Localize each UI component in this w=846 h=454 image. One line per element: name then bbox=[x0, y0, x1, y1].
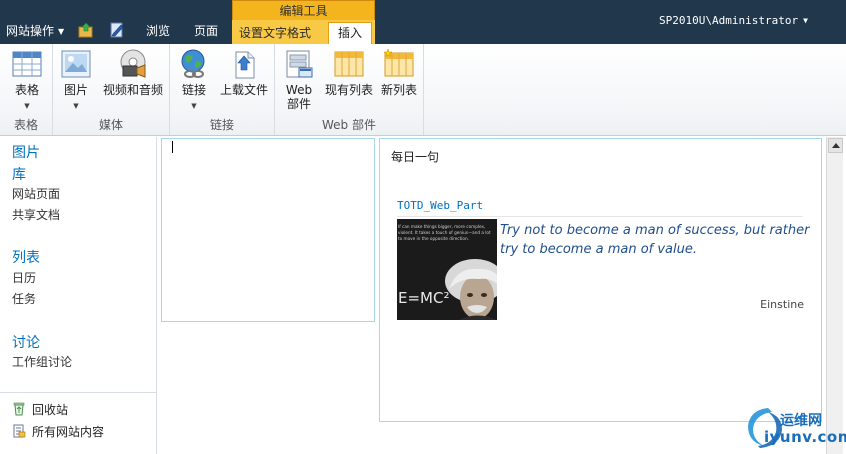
dropdown-arrow-icon: ▼ bbox=[73, 102, 79, 110]
link-button[interactable]: 链接 ▼ bbox=[176, 48, 212, 113]
picture-button-label: 图片 bbox=[63, 83, 88, 97]
folder-up-icon bbox=[78, 22, 93, 38]
rich-text-editor-zone[interactable] bbox=[161, 138, 375, 322]
tab-browse[interactable]: 浏览 bbox=[146, 23, 170, 39]
dropdown-arrow-icon: ▼ bbox=[24, 102, 30, 110]
site-actions-label: 网站操作 bbox=[6, 24, 55, 38]
upload-file-icon bbox=[235, 51, 255, 79]
photo-text-line-3: to move in the opposite direction. bbox=[398, 236, 469, 241]
user-menu[interactable]: SP2010U\Administrator ▼ bbox=[659, 14, 808, 27]
picture-icon bbox=[61, 50, 91, 78]
ribbon-group-tables: 表格 ▼ 表格 bbox=[0, 44, 53, 135]
all-site-content-link[interactable]: 所有网站内容 bbox=[12, 423, 104, 440]
text-caret bbox=[172, 141, 173, 153]
quick-launch-divider bbox=[0, 392, 157, 393]
existing-list-icon bbox=[334, 51, 364, 77]
scroll-up-button[interactable] bbox=[828, 138, 843, 153]
arrow-up-icon bbox=[832, 143, 840, 148]
web-part-zone: 每日一句 TOTD_Web_Part If can make things bi… bbox=[379, 138, 822, 422]
totd-web-part-title: TOTD_Web_Part bbox=[397, 199, 484, 212]
link-button-label: 链接 bbox=[181, 83, 206, 97]
recycle-bin-label: 回收站 bbox=[32, 403, 69, 417]
recycle-bin-icon bbox=[13, 402, 25, 416]
picture-button[interactable]: 图片 ▼ bbox=[59, 48, 93, 113]
photo-formula: E=MC² bbox=[398, 289, 449, 307]
sharepoint-page: 网站操作 ▼ 浏览 页面 SP2010U\Administrator ▼ 编辑工具 … bbox=[0, 0, 846, 454]
chevron-down-icon: ▼ bbox=[803, 16, 808, 25]
ql-heading-pictures[interactable]: 图片 bbox=[12, 142, 40, 162]
group-label-web-parts: Web 部件 bbox=[322, 118, 376, 132]
ribbon: 表格 ▼ 表格 图片 ▼ 视频和音频 媒体 链接 ▼ 上载文件 链接 Web 部… bbox=[0, 44, 846, 136]
photo-text-line-1: If can make things bigger, more complex, bbox=[398, 224, 485, 229]
ribbon-group-media: 图片 ▼ 视频和音频 媒体 bbox=[53, 44, 170, 135]
tab-insert[interactable]: 插入 bbox=[328, 22, 372, 44]
all-site-content-label: 所有网站内容 bbox=[32, 425, 105, 439]
site-actions-menu[interactable]: 网站操作 ▼ bbox=[6, 23, 64, 40]
ql-item-site-pages[interactable]: 网站页面 bbox=[12, 185, 60, 202]
upload-file-button[interactable]: 上载文件 bbox=[218, 48, 270, 97]
edit-page-icon bbox=[110, 22, 124, 38]
new-list-icon bbox=[383, 48, 414, 77]
ql-heading-libraries[interactable]: 库 bbox=[12, 164, 26, 184]
editing-tools-group-label: 编辑工具 bbox=[232, 0, 375, 20]
tab-page[interactable]: 页面 bbox=[194, 23, 218, 39]
site-content-icon bbox=[13, 424, 26, 438]
watermark-domain: iyunv.com bbox=[764, 428, 846, 446]
web-part-button-label-line1: Web bbox=[285, 83, 313, 97]
ql-item-team-discussion[interactable]: 工作组讨论 bbox=[12, 353, 72, 370]
table-icon bbox=[12, 51, 42, 77]
quote-text: Try not to become a man of success, but … bbox=[500, 223, 810, 257]
ribbon-group-links: 链接 ▼ 上载文件 链接 bbox=[170, 44, 275, 135]
table-button-label: 表格 bbox=[14, 83, 39, 97]
quick-launch: 图片 库 网站页面 共享文档 列表 日历 任务 讨论 工作组讨论 回收站 所有网… bbox=[0, 137, 157, 454]
tab-format-text[interactable]: 设置文字格式 bbox=[235, 22, 315, 44]
ql-item-shared-docs[interactable]: 共享文档 bbox=[12, 206, 60, 223]
edit-page-button[interactable] bbox=[109, 22, 125, 38]
existing-list-button-label: 现有列表 bbox=[324, 83, 373, 97]
group-label-tables: 表格 bbox=[13, 118, 38, 132]
new-list-button-label: 新列表 bbox=[380, 83, 417, 97]
web-part-title[interactable]: 每日一句 bbox=[391, 148, 439, 165]
web-part-button[interactable]: Web 部件 bbox=[281, 48, 317, 111]
link-globe-icon bbox=[181, 49, 205, 78]
site-watermark: 运维网 iyunv.com bbox=[738, 402, 846, 452]
ql-item-calendar[interactable]: 日历 bbox=[12, 269, 36, 286]
watermark-cn: 运维网 bbox=[780, 413, 822, 429]
chevron-down-icon: ▼ bbox=[58, 27, 65, 36]
video-audio-button[interactable]: 视频和音频 bbox=[101, 48, 165, 97]
photo-text-line-2: violent. It takes a touch of genius—and … bbox=[398, 230, 491, 235]
einstein-photo: If can make things bigger, more complex,… bbox=[397, 219, 497, 320]
user-name: SP2010U\Administrator bbox=[659, 14, 799, 27]
web-part-button-label-line2: 部件 bbox=[286, 97, 311, 111]
video-audio-button-label: 视频和音频 bbox=[102, 83, 163, 97]
quote-author: Einstine bbox=[760, 298, 804, 311]
top-bar: 网站操作 ▼ 浏览 页面 SP2010U\Administrator ▼ bbox=[0, 0, 846, 44]
upload-file-button-label: 上载文件 bbox=[219, 83, 268, 97]
table-button[interactable]: 表格 ▼ bbox=[8, 48, 46, 113]
title-divider bbox=[397, 216, 803, 217]
existing-list-button[interactable]: 现有列表 bbox=[323, 48, 375, 97]
einstein-portrait-image: If can make things bigger, more complex,… bbox=[397, 219, 497, 320]
dropdown-arrow-icon: ▼ bbox=[191, 102, 197, 110]
ql-item-tasks[interactable]: 任务 bbox=[12, 290, 36, 307]
new-list-button[interactable]: 新列表 bbox=[378, 48, 420, 97]
group-label-media: 媒体 bbox=[98, 118, 123, 132]
ql-heading-lists[interactable]: 列表 bbox=[12, 247, 40, 267]
ribbon-group-web-parts: Web 部件 现有列表 新列表 Web 部件 bbox=[275, 44, 424, 135]
navigate-up-button[interactable] bbox=[78, 22, 94, 38]
recycle-bin-link[interactable]: 回收站 bbox=[12, 401, 68, 418]
ql-heading-discussions[interactable]: 讨论 bbox=[12, 332, 40, 352]
video-audio-icon bbox=[120, 49, 146, 78]
web-part-icon bbox=[286, 50, 313, 78]
group-label-links: 链接 bbox=[209, 118, 234, 132]
